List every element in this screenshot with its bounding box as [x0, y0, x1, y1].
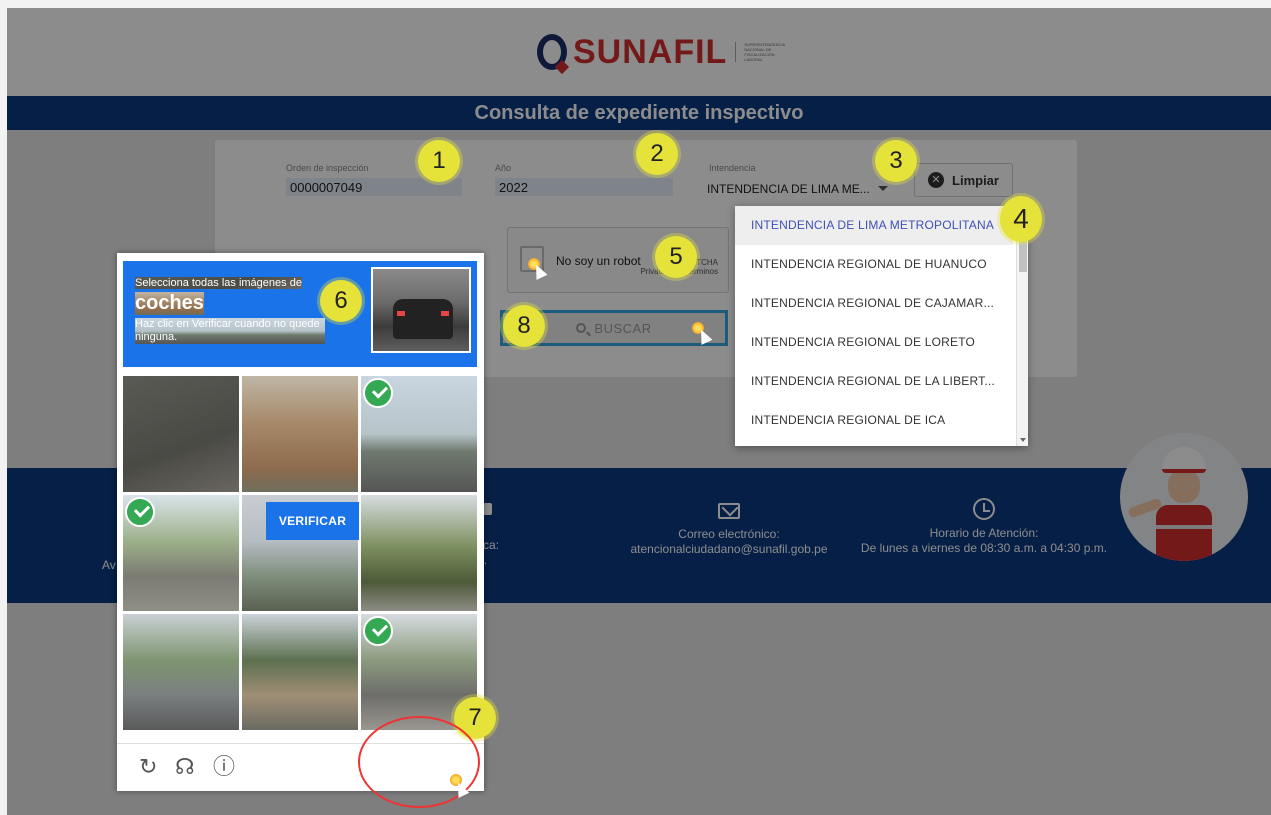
- intendencia-label: Intendencia: [709, 163, 756, 173]
- avatar-vest-stripe: [1156, 525, 1212, 529]
- sample-car-image: [371, 267, 471, 353]
- orden-label: Orden de inspección: [286, 163, 369, 173]
- dropdown-option[interactable]: INTENDENCIA REGIONAL DE CAJAMAR...: [735, 284, 1013, 323]
- challenge-tile[interactable]: [123, 614, 239, 730]
- challenge-tile[interactable]: [242, 614, 358, 730]
- dropdown-option[interactable]: INTENDENCIA DE LIMA METROPOLITANA: [735, 206, 1013, 245]
- buscar-label: BUSCAR: [594, 320, 652, 336]
- dropdown-scrollbar[interactable]: [1016, 206, 1028, 446]
- checkmark-icon: [363, 616, 393, 646]
- search-icon: [576, 323, 587, 333]
- dropdown-option[interactable]: INTENDENCIA REGIONAL DE LA LIBERT...: [735, 362, 1013, 401]
- close-circle-icon: ✕: [928, 172, 945, 188]
- intendencia-value: INTENDENCIA DE LIMA ME...: [707, 182, 870, 196]
- challenge-grid: [123, 376, 477, 736]
- challenge-tile[interactable]: [123, 495, 239, 611]
- headphones-icon[interactable]: ☊: [175, 756, 195, 778]
- challenge-tile[interactable]: [242, 376, 358, 492]
- info-icon[interactable]: ⓘ: [213, 756, 235, 778]
- scrollbar-thumb[interactable]: [1019, 238, 1027, 272]
- challenge-tile[interactable]: [361, 495, 477, 611]
- anio-label: Año: [495, 163, 512, 173]
- challenge-tile[interactable]: [361, 376, 477, 492]
- logo-q-icon: [537, 34, 567, 70]
- page: SUNAFIL SUPERINTENDENCIA NACIONAL DE FIS…: [7, 8, 1271, 815]
- step-badge-6: 6: [320, 280, 362, 322]
- avatar-face: [1168, 469, 1200, 503]
- helmet-icon: [1162, 447, 1206, 473]
- challenge-hint: Haz clic en Verificar cuando no quede ni…: [135, 318, 325, 344]
- challenge-tile[interactable]: [123, 376, 239, 492]
- reload-icon[interactable]: ↻: [139, 756, 157, 778]
- hours-value: De lunes a viernes de 08:30 a.m. a 04:30…: [860, 541, 1108, 555]
- checkmark-icon: [125, 497, 155, 527]
- email-link[interactable]: atencionalciudadano@sunafil.gob.pe: [609, 542, 849, 557]
- checkmark-icon: [363, 378, 393, 408]
- intendencia-select[interactable]: Intendencia INTENDENCIA DE LIMA ME...: [701, 158, 894, 206]
- avatar-body: [1156, 505, 1212, 561]
- step-badge-5: 5: [655, 236, 697, 278]
- mail-icon: [718, 503, 740, 519]
- footer-hours: Horario de Atención: De lunes a viernes …: [859, 498, 1109, 556]
- limpiar-label: Limpiar: [952, 172, 999, 188]
- sunafil-logo: SUNAFIL SUPERINTENDENCIA NACIONAL DE FIS…: [537, 32, 785, 72]
- step-badge-2: 2: [636, 133, 678, 175]
- dropdown-option[interactable]: INTENDENCIA REGIONAL DE LORETO: [735, 323, 1013, 362]
- dropdown-option[interactable]: INTENDENCIA REGIONAL DE HUANUCO: [735, 245, 1013, 284]
- verificar-button[interactable]: VERIFICAR: [266, 502, 359, 540]
- recaptcha-label: No soy un robot: [556, 254, 641, 268]
- step-badge-1: 1: [418, 140, 460, 182]
- assistant-avatar[interactable]: [1120, 433, 1248, 561]
- intendencia-dropdown: INTENDENCIA DE LIMA METROPOLITANA INTEND…: [735, 206, 1028, 446]
- logo-subtitle: SUPERINTENDENCIA NACIONAL DE FISCALIZACI…: [735, 42, 785, 62]
- footer-email: Correo electrónico: atencionalciudadano@…: [609, 503, 849, 557]
- anio-input[interactable]: [495, 178, 673, 196]
- step-badge-4: 4: [1000, 196, 1042, 242]
- page-title: Consulta de expediente inspectivo: [7, 96, 1271, 130]
- logo-brand: SUNAFIL: [573, 32, 728, 71]
- dropdown-option[interactable]: INTENDENCIA REGIONAL DE ICA: [735, 401, 1013, 440]
- clock-icon: [973, 498, 995, 520]
- email-label: Correo electrónico:: [678, 527, 780, 541]
- scroll-down-icon[interactable]: [1020, 438, 1026, 442]
- hours-label: Horario de Atención:: [929, 526, 1039, 540]
- car-icon: [393, 299, 453, 339]
- step-badge-8: 8: [503, 305, 545, 347]
- challenge-target: coches: [135, 292, 204, 315]
- caret-down-icon: [878, 186, 888, 191]
- challenge-instruction: Selecciona todas las imágenes de: [135, 277, 302, 289]
- footer-address: Av: [102, 558, 116, 572]
- logo-bar: SUNAFIL SUPERINTENDENCIA NACIONAL DE FIS…: [7, 8, 1271, 96]
- challenge-header: Selecciona todas las imágenes de coches …: [123, 261, 477, 367]
- step-badge-3: 3: [875, 140, 917, 182]
- limpiar-button[interactable]: ✕ Limpiar: [914, 163, 1013, 197]
